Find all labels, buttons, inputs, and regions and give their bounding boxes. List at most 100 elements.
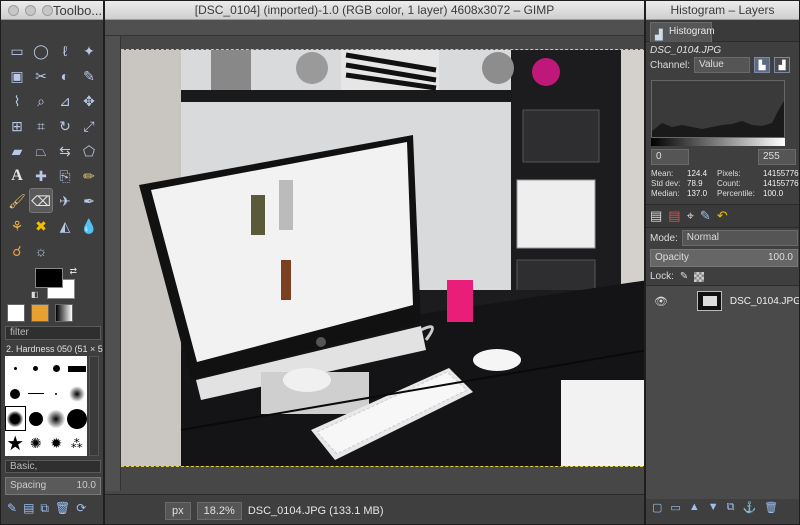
crop-icon[interactable]: ⌗ <box>29 113 53 138</box>
lower-layer-icon[interactable]: ▼ <box>708 501 719 514</box>
brush-item[interactable] <box>46 356 67 381</box>
paintbrush-icon[interactable]: 🖌 <box>5 188 29 213</box>
horizontal-ruler[interactable] <box>105 20 644 36</box>
lock-alpha-icon[interactable] <box>694 271 705 282</box>
text-icon[interactable]: A <box>5 163 29 188</box>
zoom-icon[interactable]: ⌕ <box>29 88 53 113</box>
color-picker-icon[interactable]: ⌇ <box>5 88 29 113</box>
new-group-icon[interactable]: ▭ <box>670 501 680 514</box>
log-histogram-icon[interactable]: ▟ <box>774 57 791 73</box>
fuzzy-select-icon[interactable]: ✦ <box>77 38 101 63</box>
new-layer-icon[interactable]: ▢ <box>652 501 662 514</box>
dodge-icon[interactable]: ◭ <box>53 213 77 238</box>
range-high-input[interactable]: 255 <box>758 149 796 165</box>
tab-brushes[interactable]: ✎ <box>700 208 711 224</box>
bucket-fill-icon[interactable]: ✖ <box>29 213 53 238</box>
brush-item[interactable] <box>26 406 47 431</box>
brush-item[interactable]: ✺ <box>26 431 47 456</box>
reset-colors-icon[interactable]: ◧ <box>31 290 39 299</box>
clone-icon[interactable]: ⎘ <box>53 163 77 188</box>
pattern-preview-icon[interactable] <box>31 304 49 322</box>
gradient-preview-icon[interactable] <box>55 304 73 322</box>
mode-select[interactable]: Normal <box>681 230 798 246</box>
lock-pixels-icon[interactable]: ✎ <box>680 271 688 282</box>
spacing-slider[interactable]: Spacing 10.0 <box>5 477 101 495</box>
vertical-ruler[interactable] <box>105 36 121 491</box>
dodge-burn-icon[interactable]: ☼ <box>29 238 53 263</box>
tab-layers[interactable]: ▤ <box>650 208 662 224</box>
flip-icon[interactable]: ⇆ <box>53 138 77 163</box>
move-icon[interactable]: ✥ <box>77 88 101 113</box>
edit-brush-icon[interactable]: ✎ <box>7 501 17 516</box>
align-icon[interactable]: ⊞ <box>5 113 29 138</box>
paths-icon[interactable]: ✎ <box>77 63 101 88</box>
ellipse-select-icon[interactable]: ◯ <box>29 38 53 63</box>
convolve-icon[interactable]: ☌ <box>5 238 29 263</box>
duplicate-layer-icon[interactable]: ⧉ <box>727 501 735 514</box>
brush-item[interactable] <box>26 356 47 381</box>
cage-icon[interactable]: ⬠ <box>77 138 101 163</box>
tab-paths[interactable]: ⌖ <box>687 208 694 224</box>
measure-icon[interactable]: ⊿ <box>53 88 77 113</box>
star-brush-icon[interactable]: ★ <box>5 431 26 456</box>
airbrush-icon[interactable]: ✈ <box>53 188 77 213</box>
brush-scrollbar[interactable] <box>89 356 99 456</box>
duplicate-brush-icon[interactable]: ⧉ <box>40 501 49 516</box>
anchor-layer-icon[interactable]: ⚓ <box>742 501 756 514</box>
layer-name[interactable]: DSC_0104.JPG <box>730 296 799 307</box>
unit-select[interactable]: px <box>165 501 191 520</box>
brush-item[interactable] <box>5 356 26 381</box>
image-canvas[interactable] <box>121 49 644 467</box>
opacity-slider[interactable]: Opacity 100.0 <box>650 249 798 267</box>
color-select-icon[interactable]: ▣ <box>5 63 29 88</box>
blend-icon[interactable]: ⚘ <box>5 213 29 238</box>
pencil-icon[interactable]: ✏ <box>77 163 101 188</box>
brush-item[interactable] <box>46 381 67 406</box>
eraser-icon[interactable]: ⌫ <box>29 188 53 213</box>
brush-tag-filter[interactable]: Basic, <box>5 460 101 473</box>
free-select-icon[interactable]: ℓ <box>53 38 77 63</box>
brush-item-selected[interactable] <box>5 406 26 431</box>
histogram-graph[interactable] <box>651 80 785 138</box>
foreground-select-icon[interactable]: ◐ <box>53 63 77 88</box>
tab-channels[interactable]: ▤ <box>668 208 680 224</box>
foreground-color[interactable] <box>35 268 63 288</box>
close-button[interactable] <box>8 5 19 16</box>
perspective-icon[interactable]: ⏢ <box>29 138 53 163</box>
toolbox-titlebar[interactable]: Toolbo... <box>1 1 103 20</box>
zoom-select[interactable]: 18.2% <box>196 501 242 520</box>
heal-icon[interactable]: ✚ <box>29 163 53 188</box>
brush-item[interactable] <box>5 381 26 406</box>
rect-select-icon[interactable]: ▭ <box>5 38 29 63</box>
ink-icon[interactable]: ✒ <box>77 188 101 213</box>
shear-icon[interactable]: ▰ <box>5 138 29 163</box>
swap-colors-icon[interactable]: ⇄ <box>69 266 77 277</box>
rotate-icon[interactable]: ↻ <box>53 113 77 138</box>
tab-histogram[interactable]: ▟ Histogram <box>650 22 715 42</box>
tab-undo[interactable]: ↶ <box>717 208 728 224</box>
scale-icon[interactable]: ⤢ <box>77 113 101 138</box>
brush-filter[interactable]: filter <box>5 326 101 340</box>
layer-row[interactable]: 👁 DSC_0104.JPG <box>646 288 799 314</box>
new-brush-icon[interactable]: ▤ <box>23 501 34 516</box>
scissors-icon[interactable]: ✂ <box>29 63 53 88</box>
linear-histogram-icon[interactable]: ▙ <box>754 57 771 73</box>
range-low-input[interactable]: 0 <box>651 149 689 165</box>
zoom-button[interactable] <box>42 5 53 16</box>
refresh-brushes-icon[interactable]: ⟳ <box>76 501 86 516</box>
image-titlebar[interactable]: [DSC_0104] (imported)-1.0 (RGB color, 1 … <box>105 1 644 20</box>
brush-item[interactable] <box>26 381 47 406</box>
brush-item[interactable] <box>67 381 88 406</box>
brush-item[interactable]: ✹ <box>46 431 67 456</box>
delete-brush-icon[interactable]: 🗑 <box>55 501 70 516</box>
brush-item[interactable] <box>67 356 88 381</box>
delete-layer-icon[interactable]: 🗑 <box>764 501 778 514</box>
channel-select[interactable]: Value <box>694 57 751 73</box>
brush-item[interactable] <box>66 406 88 431</box>
dock-titlebar[interactable]: Histogram – Layers <box>646 1 799 20</box>
minimize-button[interactable] <box>25 5 36 16</box>
smudge-icon[interactable]: 💧 <box>77 213 101 238</box>
raise-layer-icon[interactable]: ▲ <box>689 501 700 514</box>
brush-item[interactable] <box>46 406 67 431</box>
brush-preview-icon[interactable] <box>7 304 25 322</box>
